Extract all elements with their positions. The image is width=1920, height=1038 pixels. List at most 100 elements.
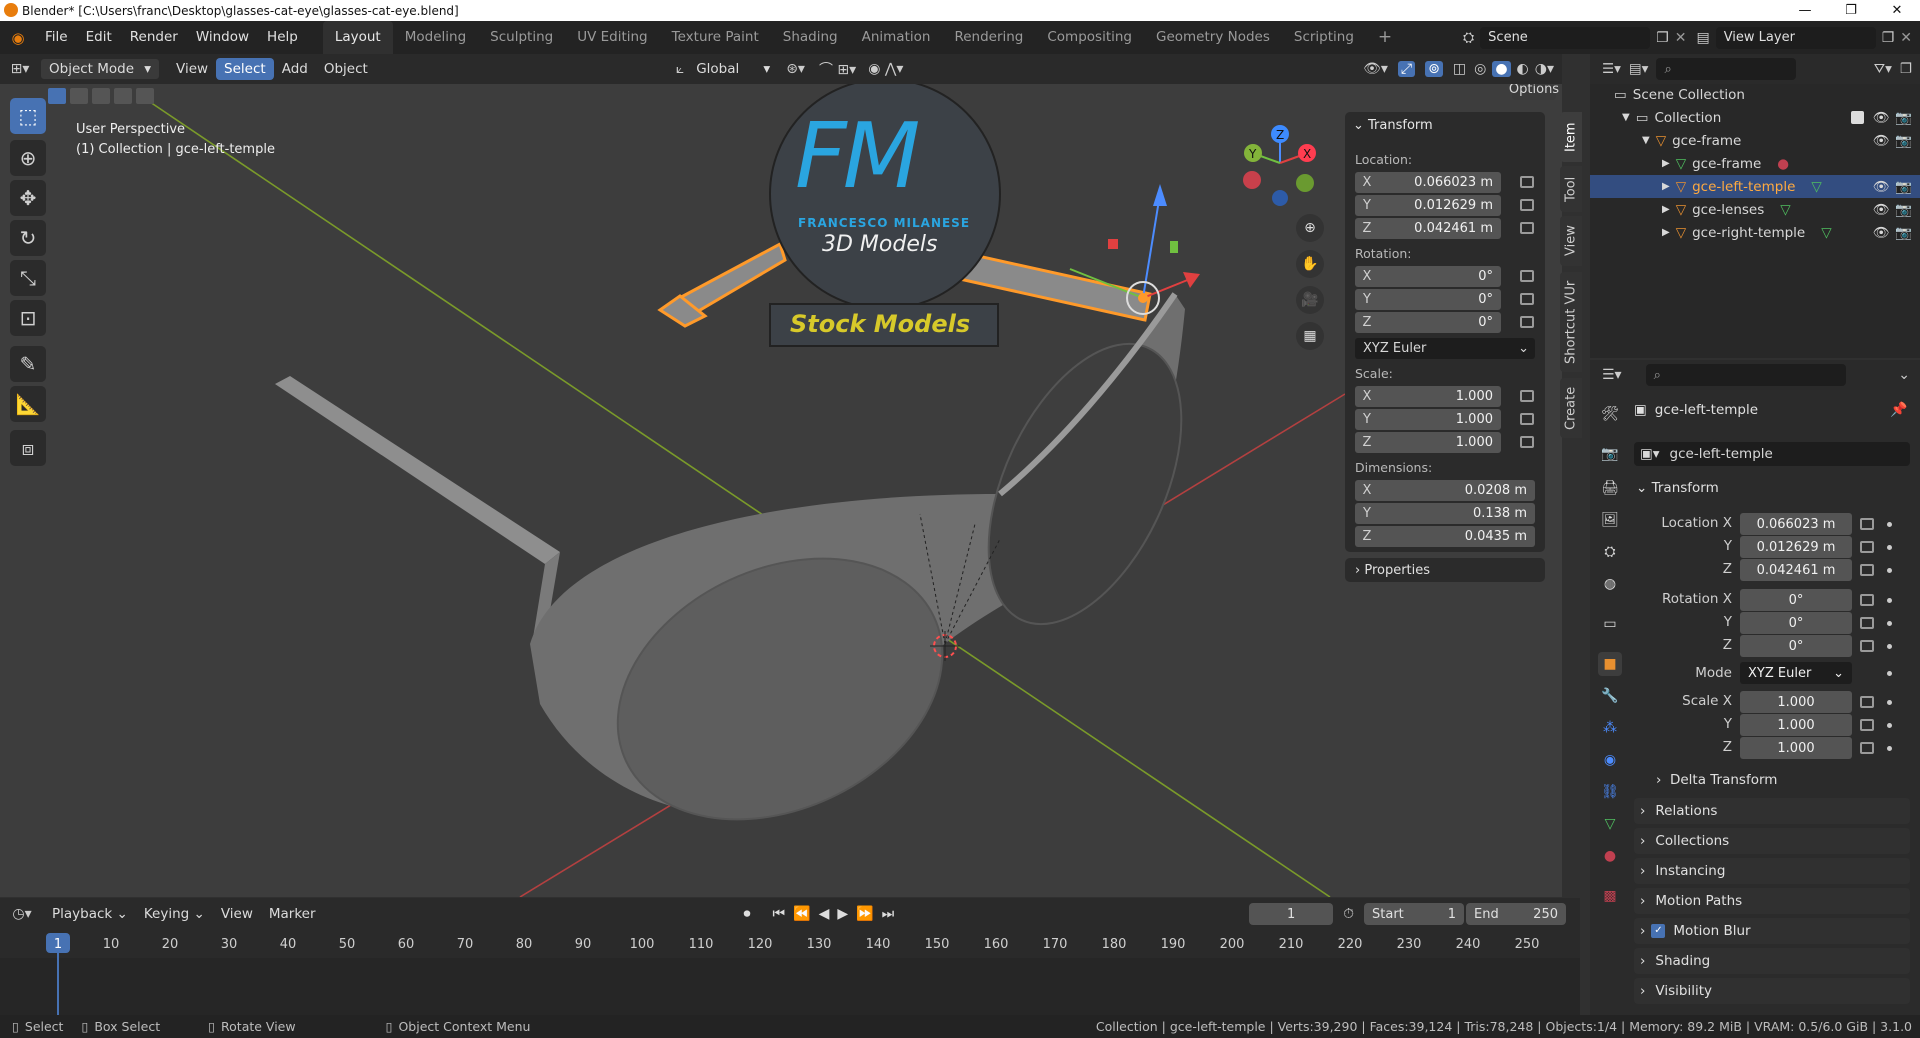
prop-lock-location-x-icon[interactable] [1860,518,1874,530]
scale-tool-icon[interactable]: ⤡ [10,260,46,296]
jump-end-icon[interactable]: ⏭ [882,906,895,922]
tab-compositing[interactable]: Compositing [1035,21,1144,54]
prop-location-x-field[interactable]: 0.066023 m [1740,513,1852,535]
visibility-eye-icon[interactable]: 👁 [1873,110,1890,126]
add-cube-tool-icon[interactable]: ⧈ [10,430,46,466]
menu-help[interactable]: Help [258,21,307,54]
outliner-row-gce-left-temple[interactable]: ▶ ▽ gce-left-temple ▽ 👁 📷 [1590,175,1920,198]
render-properties-icon[interactable]: 📷 [1598,442,1622,466]
keyframe-dot-icon[interactable] [1887,621,1892,626]
tool-properties-icon[interactable]: 🛠 [1598,402,1622,426]
tab-uv-editing[interactable]: UV Editing [565,21,659,54]
camera-view-icon[interactable]: 🎥 [1296,286,1324,314]
select-intersect-icon[interactable] [136,88,154,104]
prop-rotation-y-field[interactable]: 0° [1740,612,1852,634]
gizmo-icon[interactable]: ⤢ [1397,61,1416,77]
select-subtract-icon[interactable] [92,88,110,104]
scale-x-field[interactable]: X 1.000 [1355,386,1501,407]
visibility-eye-icon[interactable]: 👁 [1873,179,1890,195]
pan-hand-icon[interactable]: ✋ [1296,250,1324,278]
transform-tool-icon[interactable]: ⊡ [10,300,46,336]
lock-scale-x-icon[interactable] [1520,390,1534,402]
tab-layout[interactable]: Layout [322,21,393,54]
expand-arrow-icon[interactable]: ▶ [1662,181,1670,192]
properties-editor-type-icon[interactable]: ☰▾ [1602,367,1622,383]
expand-arrow-icon[interactable]: ▶ [1662,158,1670,169]
location-y-field[interactable]: Y 0.012629 m [1355,195,1501,216]
view-layer-icon[interactable]: ▤ [1696,30,1709,46]
exclude-checkbox[interactable] [1851,111,1864,124]
dimensions-y-field[interactable]: Y 0.138 m [1355,503,1535,524]
visibility-eye-icon[interactable]: 👁 [1873,225,1890,241]
keyframe-dot-icon[interactable] [1887,522,1892,527]
tab-tool[interactable]: Tool [1560,166,1582,212]
prop-rotation-mode-select[interactable]: XYZ Euler ⌄ [1740,662,1852,684]
outliner-row-scene-collection[interactable]: ▭ Scene Collection [1590,83,1920,106]
scene-properties-icon[interactable]: ⛭ [1598,540,1622,564]
pivot-icon[interactable]: ⊛▾ [786,61,805,77]
render-camera-icon[interactable]: 📷 [1895,225,1912,241]
prop-rotation-z-field[interactable]: 0° [1740,635,1852,657]
tab-shortcut-vur[interactable]: Shortcut VUr [1560,272,1582,372]
lock-location-y-icon[interactable] [1520,199,1534,211]
dimensions-x-field[interactable]: X 0.0208 m [1355,480,1535,501]
prop-lock-rotation-z-icon[interactable] [1860,640,1874,652]
tab-item[interactable]: Item [1560,112,1582,162]
texture-properties-icon[interactable]: ▩ [1598,884,1622,908]
shading-section[interactable]: › Shading [1634,948,1910,974]
prop-scale-x-field[interactable]: 1.000 [1740,691,1852,713]
expand-arrow-icon[interactable]: ▼ [1642,135,1650,146]
add-menu[interactable]: Add [274,58,316,80]
preview-range-icon[interactable]: ⏱ [1343,906,1354,922]
move-tool-icon[interactable]: ✥ [10,180,46,216]
material-shading-icon[interactable]: ◐ [1517,61,1529,77]
new-scene-icon[interactable]: ❐ [1656,30,1669,46]
expand-arrow-icon[interactable]: ▶ [1662,227,1670,238]
prop-lock-location-y-icon[interactable] [1860,541,1874,553]
modifier-properties-icon[interactable]: 🔧 [1598,684,1622,708]
lock-location-z-icon[interactable] [1520,222,1534,234]
keyframe-dot-icon[interactable] [1887,568,1892,573]
tab-modeling[interactable]: Modeling [393,21,478,54]
keyframe-dot-icon[interactable] [1887,700,1892,705]
motion-paths-section[interactable]: › Motion Paths [1634,888,1910,914]
xray-icon[interactable]: ◫ [1453,61,1466,77]
auto-keying-icon[interactable]: ⏺ [744,906,751,922]
lock-rotation-x-icon[interactable] [1520,270,1534,282]
delete-scene-icon[interactable]: ✕ [1675,30,1687,46]
select-new-icon[interactable] [48,88,66,104]
collection-properties-icon[interactable]: ▭ [1598,612,1622,636]
rotation-y-field[interactable]: Y 0° [1355,289,1501,310]
world-properties-icon[interactable]: ◍ [1598,572,1622,596]
tab-create[interactable]: Create [1560,378,1582,438]
outliner-row-gce-right-temple[interactable]: ▶ ▽ gce-right-temple ▽ 👁 📷 [1590,221,1920,244]
scene-selector[interactable]: Scene [1480,26,1651,49]
tab-rendering[interactable]: Rendering [942,21,1035,54]
scale-y-field[interactable]: Y 1.000 [1355,409,1501,430]
timeline-editor-type-icon[interactable]: ◷▾ [0,906,44,922]
object-properties-icon[interactable]: ■ [1598,652,1622,676]
npanel-transform-header[interactable]: ⌄ Transform [1353,118,1433,133]
orientation-selector[interactable]: Global ▾ [688,58,778,80]
end-frame-field[interactable]: End 250 [1466,903,1566,925]
properties-search-input[interactable]: ⌕ [1645,364,1846,386]
keying-menu[interactable]: Keying ⌄ [136,903,213,925]
prop-location-z-field[interactable]: 0.042461 m [1740,559,1852,581]
blender-menu-icon[interactable]: ◉ [0,29,36,47]
maximize-button[interactable]: ❐ [1828,0,1874,21]
physics-properties-icon[interactable]: ◉ [1598,748,1622,772]
render-camera-icon[interactable]: 📷 [1895,110,1912,126]
current-frame-field[interactable]: 1 [1249,903,1334,925]
keyframe-dot-icon[interactable] [1887,746,1892,751]
output-properties-icon[interactable]: 🖨 [1598,476,1622,500]
keyframe-dot-icon[interactable] [1887,644,1892,649]
prop-lock-scale-x-icon[interactable] [1860,696,1874,708]
prop-scale-z-field[interactable]: 1.000 [1740,737,1852,759]
transform-orientation-icon[interactable]: ⟀ [676,61,684,77]
keyframe-dot-icon[interactable] [1887,723,1892,728]
render-camera-icon[interactable]: 📷 [1895,202,1912,218]
outliner-row-gce-frame[interactable]: ▼ ▽ gce-frame 👁 📷 [1590,129,1920,152]
delta-transform-header[interactable]: › Delta Transform [1656,772,1777,788]
prop-lock-rotation-x-icon[interactable] [1860,594,1874,606]
snap-icon[interactable]: ⌒ ⊞▾ [819,59,856,79]
